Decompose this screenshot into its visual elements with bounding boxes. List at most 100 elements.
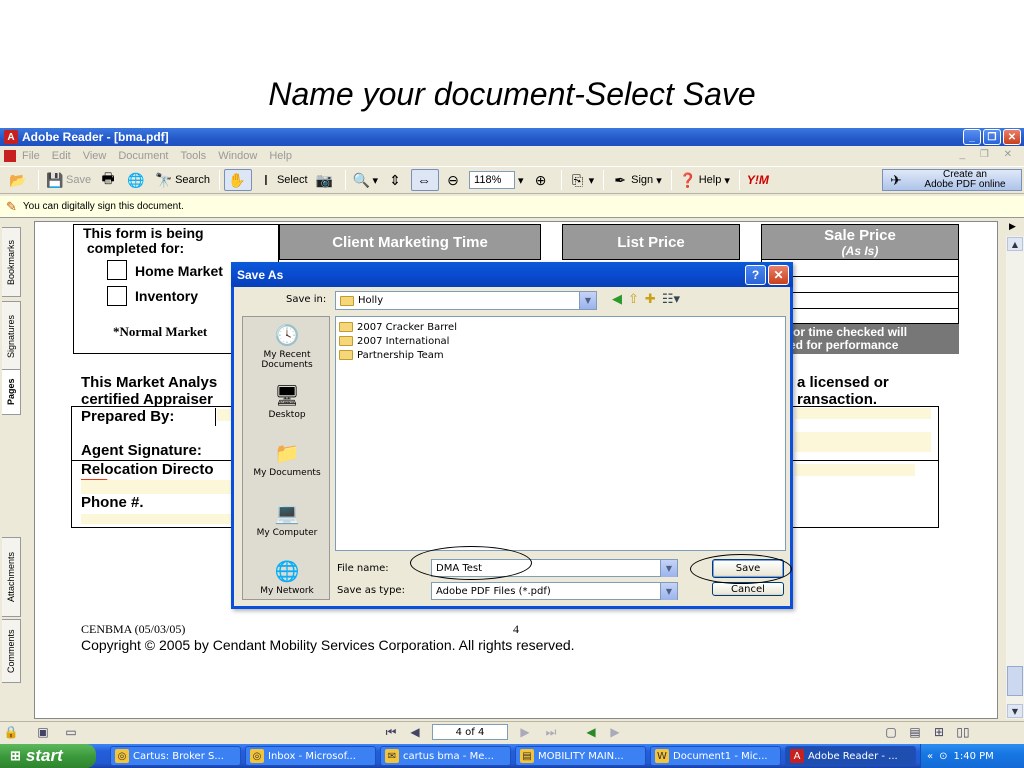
tab-attachments[interactable]: Attachments bbox=[2, 537, 21, 617]
dialog-help-button[interactable]: ? bbox=[745, 265, 766, 285]
continuous-facing-icon[interactable]: ▯▯ bbox=[954, 724, 972, 740]
zoom-plus-icon: ⊕ bbox=[534, 171, 547, 188]
scroll-up-icon[interactable]: ▲ bbox=[1007, 237, 1023, 251]
minimize-button[interactable]: _ bbox=[963, 129, 981, 145]
zoom-out-button[interactable]: ⊖ bbox=[441, 169, 467, 191]
start-button[interactable]: ⊞ start bbox=[0, 744, 96, 768]
tab-signatures[interactable]: Signatures bbox=[2, 301, 21, 371]
page-number-input[interactable]: 4 of 4 bbox=[432, 724, 508, 740]
list-item[interactable]: Partnership Team bbox=[339, 348, 782, 362]
sign-button[interactable]: ✒ Sign ▾ bbox=[608, 169, 665, 191]
single-page-icon[interactable]: ▢ bbox=[882, 724, 900, 740]
rotate-button[interactable]: ⎘ ▾ bbox=[566, 169, 598, 191]
first-page-icon[interactable]: ⏮ bbox=[382, 724, 400, 740]
dialog-close-button[interactable]: ✕ bbox=[768, 265, 789, 285]
taskbar-item[interactable]: ✉ cartus bma - Me... bbox=[380, 746, 511, 766]
back-view-icon[interactable]: ◀ bbox=[582, 724, 600, 740]
actual-size-button[interactable]: ⇕ bbox=[383, 169, 409, 191]
forward-view-icon[interactable]: ▶ bbox=[606, 724, 624, 740]
slide-title: Name your document-Select Save bbox=[268, 76, 756, 112]
menu-help[interactable]: Help bbox=[269, 150, 292, 162]
facing-icon[interactable]: ⊞ bbox=[930, 724, 948, 740]
zoom-level-input[interactable]: 118% bbox=[469, 171, 516, 189]
taskbar-item[interactable]: W Document1 - Mic... bbox=[650, 746, 781, 766]
zoom-tool-button[interactable]: 🔍 ▾ bbox=[350, 169, 382, 191]
home-market-checkbox[interactable] bbox=[107, 260, 127, 280]
cancel-button[interactable]: Cancel bbox=[712, 582, 784, 596]
print-button[interactable]: 🖶 bbox=[96, 169, 122, 191]
fit-width-button[interactable]: ⇔ bbox=[411, 169, 440, 191]
save-as-type-dropdown[interactable]: Adobe PDF Files (*.pdf) ▼ bbox=[431, 582, 678, 600]
scroll-thumb[interactable] bbox=[1007, 666, 1023, 696]
back-icon[interactable]: ◀ bbox=[612, 292, 622, 307]
menu-view[interactable]: View bbox=[83, 150, 107, 162]
place-my-network[interactable]: 🌐 My Network bbox=[243, 559, 331, 596]
pane-toggle-arrow[interactable]: ▶ bbox=[1009, 222, 1016, 232]
zoom-dropdown[interactable]: ▾ bbox=[515, 169, 527, 191]
tab-comments[interactable]: Comments bbox=[2, 619, 21, 683]
hand-tool-button[interactable]: ✋ bbox=[223, 169, 252, 191]
save-as-titlebar: Save As ? ✕ bbox=[231, 262, 793, 287]
menu-edit[interactable]: Edit bbox=[52, 150, 71, 162]
help-button[interactable]: ❓ Help ▾ bbox=[676, 169, 733, 191]
menu-document[interactable]: Document bbox=[118, 150, 168, 162]
relocation-director-field[interactable] bbox=[81, 480, 231, 494]
close-button[interactable]: ✕ bbox=[1003, 129, 1021, 145]
view-menu-icon[interactable]: ☷▾ bbox=[662, 292, 680, 307]
email-button[interactable]: 🌐 bbox=[124, 169, 150, 191]
last-page-icon[interactable]: ⏭ bbox=[542, 724, 560, 740]
inventory-checkbox[interactable] bbox=[107, 286, 127, 306]
place-desktop[interactable]: 🖥 Desktop bbox=[243, 383, 331, 420]
tab-bookmarks[interactable]: Bookmarks bbox=[2, 227, 21, 297]
chevron-down-icon[interactable]: ▼ bbox=[660, 583, 677, 600]
new-folder-icon[interactable]: ✚ bbox=[645, 292, 656, 307]
recent-documents-icon: 🕓 bbox=[274, 323, 300, 347]
menu-file[interactable]: File bbox=[22, 150, 40, 162]
scroll-down-icon[interactable]: ▼ bbox=[1007, 704, 1023, 718]
select-tool-button[interactable]: Ⅰ Select bbox=[254, 169, 311, 191]
previous-page-icon[interactable]: ◀ bbox=[406, 724, 424, 740]
signature-pen-icon: ✎ bbox=[6, 198, 17, 214]
network-icon[interactable]: ⊙ bbox=[939, 751, 947, 762]
agent-signature-field[interactable] bbox=[795, 432, 931, 452]
zoom-in-icon: 🔍 bbox=[352, 171, 371, 188]
list-item[interactable]: 2007 International bbox=[339, 334, 782, 348]
vertical-scrollbar[interactable]: ▲ ▼ bbox=[1006, 236, 1024, 719]
place-my-recent-documents[interactable]: 🕓 My Recent Documents bbox=[243, 323, 331, 370]
open-button[interactable]: 📂 bbox=[6, 169, 32, 191]
menu-window[interactable]: Window bbox=[218, 150, 257, 162]
zoom-in-button[interactable]: ⊕ bbox=[529, 169, 555, 191]
next-page-icon[interactable]: ▶ bbox=[516, 724, 534, 740]
minimize-pane-icon[interactable]: ▭ bbox=[62, 724, 80, 740]
menu-tools[interactable]: Tools bbox=[181, 150, 207, 162]
save-toolbar-button[interactable]: 💾 Save bbox=[43, 169, 94, 191]
prepared-by-field-right[interactable] bbox=[795, 408, 931, 419]
phone-field[interactable] bbox=[81, 514, 231, 524]
relocation-director-field-right[interactable] bbox=[795, 464, 915, 476]
taskbar-item[interactable]: ◎ Cartus: Broker S... bbox=[110, 746, 241, 766]
yahoo-messenger-button[interactable]: Y!M bbox=[744, 169, 772, 191]
tray-expand-icon[interactable]: « bbox=[927, 751, 933, 762]
create-pdf-online-button[interactable]: ✈ Create an Adobe PDF online bbox=[882, 169, 1022, 191]
save-in-dropdown[interactable]: Holly ▼ bbox=[335, 291, 597, 310]
place-my-computer[interactable]: 💻 My Computer bbox=[243, 501, 331, 538]
up-folder-icon[interactable]: ⇧ bbox=[628, 292, 639, 307]
taskbar-item[interactable]: ◎ Inbox - Microsof... bbox=[245, 746, 376, 766]
page-layout-icon[interactable]: ▣ bbox=[34, 724, 52, 740]
taskbar-item[interactable]: ▤ MOBILITY MAIN... bbox=[515, 746, 646, 766]
place-my-documents[interactable]: 📁 My Documents bbox=[243, 441, 331, 478]
file-list[interactable]: 2007 Cracker Barrel 2007 International P… bbox=[335, 316, 786, 551]
document-window-controls[interactable]: _ ❐ ✕ bbox=[960, 149, 1018, 160]
tab-pages[interactable]: Pages bbox=[2, 369, 21, 415]
search-button[interactable]: 🔭 Search bbox=[152, 169, 213, 191]
list-item[interactable]: 2007 Cracker Barrel bbox=[339, 320, 782, 334]
chevron-down-icon[interactable]: ▼ bbox=[660, 560, 677, 577]
snapshot-button[interactable]: 📷 bbox=[313, 169, 339, 191]
continuous-icon[interactable]: ▤ bbox=[906, 724, 924, 740]
restore-button[interactable]: ❐ bbox=[983, 129, 1001, 145]
email-icon: ✉ bbox=[385, 749, 399, 763]
folder-icon bbox=[339, 336, 353, 346]
taskbar-item-active[interactable]: A Adobe Reader - ... bbox=[785, 746, 916, 766]
chevron-down-icon[interactable]: ▼ bbox=[579, 292, 596, 309]
yahoo-messenger-icon: Y!M bbox=[746, 173, 769, 187]
